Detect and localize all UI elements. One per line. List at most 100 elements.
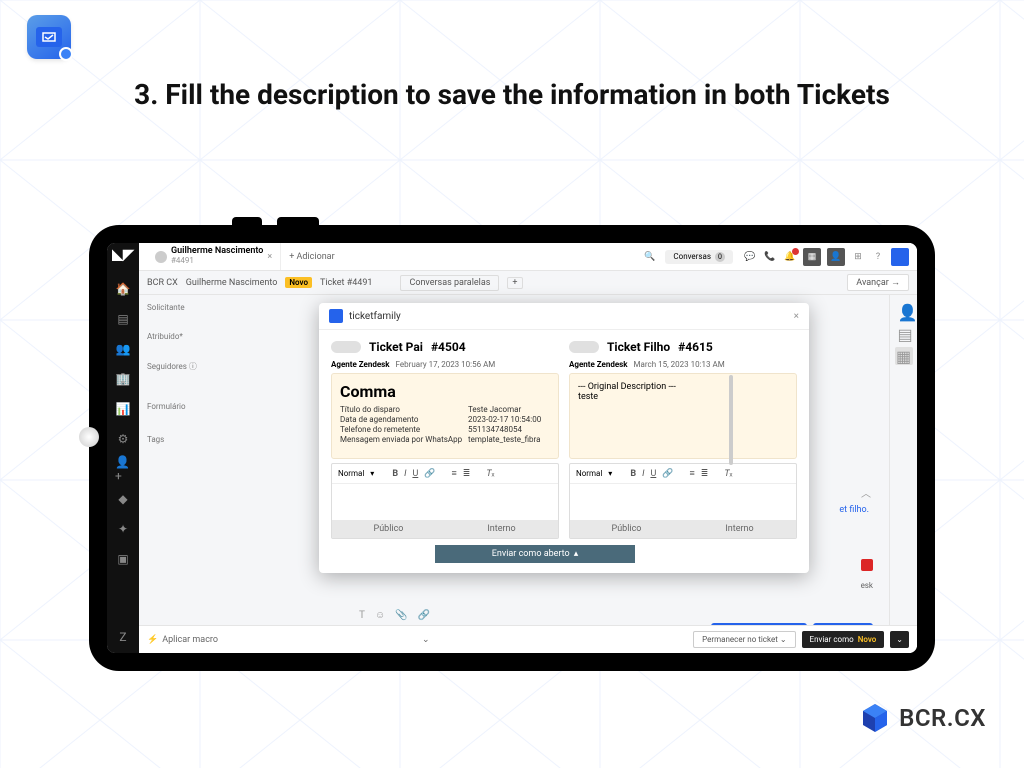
label-atribuido: Atribuído* — [147, 332, 267, 341]
ticket-form-sidebar: Solicitante Atribuído* Seguidores ⓘ Form… — [139, 295, 275, 653]
scrollbar[interactable] — [729, 375, 733, 465]
enviar-como-button[interactable]: Enviar como Novo — [802, 631, 885, 648]
chevron-down-icon: ▾ — [608, 469, 612, 478]
lightning-icon: ⚡ — [147, 635, 158, 645]
tab-publico[interactable]: Público — [570, 520, 683, 538]
reporting-icon[interactable]: 📊 — [115, 401, 131, 417]
font-select[interactable]: Normal — [576, 469, 602, 478]
phone-icon[interactable]: 📞 — [763, 250, 777, 264]
zendesk-z-icon[interactable]: Z — [115, 629, 131, 645]
help-icon[interactable]: ? — [871, 250, 885, 264]
apps-grid-icon[interactable]: ▦ — [803, 248, 821, 266]
ticket-pai-label: Ticket Pai — [369, 340, 423, 354]
zendesk-logo-icon[interactable]: ◣◤ — [112, 247, 134, 263]
underline-icon[interactable]: U — [650, 469, 656, 479]
org-icon[interactable]: 🏢 — [115, 371, 131, 387]
tab-user-sub: #4491 — [171, 257, 263, 266]
editor-textarea[interactable] — [570, 484, 796, 520]
attachment-icon[interactable]: 📎 — [395, 610, 407, 621]
tab-user[interactable]: Guilherme Nascimento #4491 × — [147, 243, 281, 270]
enviar-dropdown-button[interactable]: ⌄ — [890, 631, 909, 648]
list-ul-icon[interactable]: ≣ — [463, 469, 471, 479]
conversas-paralelas-button[interactable]: Conversas paralelas — [400, 275, 499, 291]
top-tab-bar: Guilherme Nascimento #4491 × + Adicionar… — [139, 243, 917, 271]
enviar-como-aberto-button[interactable]: Enviar como aberto▴ — [435, 545, 635, 563]
tab-interno[interactable]: Interno — [683, 520, 796, 538]
avancar-button[interactable]: Avançar → — [847, 274, 909, 291]
ticket-filho-label: Ticket Filho — [607, 340, 670, 354]
user-icon[interactable]: 👤 — [898, 303, 910, 315]
add-tab-button[interactable]: + Adicionar — [289, 252, 334, 262]
link-icon[interactable]: 🔗 — [418, 610, 430, 621]
list-ul-icon[interactable]: ≣ — [701, 469, 709, 479]
crumb-org[interactable]: BCR CX — [147, 278, 178, 288]
grid2-icon[interactable]: ⊞ — [851, 250, 865, 264]
status-badge: Novo — [285, 277, 312, 288]
agent-name: Agente Zendesk — [569, 360, 628, 369]
bottom-action-bar: ⚡ Aplicar macro ⌄ Permanecer no ticket ⌄… — [139, 625, 917, 653]
gear-icon[interactable]: ⚙ — [115, 431, 131, 447]
bell-icon[interactable]: 🔔 — [783, 250, 797, 264]
status-pill — [331, 341, 361, 353]
views-icon[interactable]: ▤ — [115, 311, 131, 327]
add-user-icon[interactable]: 👤+ — [115, 461, 131, 477]
chat-icon[interactable]: 💬 — [743, 250, 757, 264]
close-icon[interactable]: × — [794, 311, 799, 322]
ticket-pai-column: Ticket Pai #4504 Agente Zendesk February… — [331, 340, 559, 539]
conversas-button[interactable]: Conversas 0 — [665, 250, 733, 264]
chevron-up-icon: ▴ — [574, 549, 579, 559]
label-formulario: Formulário — [147, 402, 267, 411]
avatar-icon — [155, 251, 167, 263]
left-nav-rail: ◣◤ 🏠 ▤ 👥 🏢 📊 ⚙ 👤+ ◆ ✦ ▣ Z — [107, 243, 139, 653]
clear-format-icon[interactable]: Tₓ — [486, 468, 494, 479]
underline-icon[interactable]: U — [412, 469, 418, 479]
clear-format-icon[interactable]: Tₓ — [724, 468, 732, 479]
italic-icon[interactable]: I — [404, 469, 406, 479]
list-ol-icon[interactable]: ≡ — [452, 468, 457, 479]
label-tags: Tags — [147, 435, 267, 444]
editor-filho[interactable]: Normal ▾ B I U 🔗 ≡ ≣ Tₓ — [569, 463, 797, 539]
ticketfamily-icon — [329, 309, 343, 323]
tablet-device-frame: ◣◤ 🏠 ▤ 👥 🏢 📊 ⚙ 👤+ ◆ ✦ ▣ Z Guilherme Nasc… — [89, 225, 935, 671]
modal-title: ticketfamily — [349, 311, 401, 322]
bold-icon[interactable]: B — [630, 469, 636, 479]
crumb-user[interactable]: Guilherme Nascimento — [186, 278, 278, 288]
ticket-filho-content: --- Original Description --- teste — [569, 373, 797, 459]
cube-icon[interactable]: ◆ — [115, 491, 131, 507]
tab-interno[interactable]: Interno — [445, 520, 558, 538]
tab-publico[interactable]: Público — [332, 520, 445, 538]
add-paralela-button[interactable]: + — [507, 277, 522, 289]
sparkle-icon[interactable]: ✦ — [115, 521, 131, 537]
close-icon[interactable]: × — [267, 252, 272, 262]
box-icon[interactable]: ▣ — [115, 551, 131, 567]
ticket-pai-number: #4504 — [431, 340, 466, 354]
link-icon[interactable]: 🔗 — [424, 469, 435, 479]
link-icon[interactable]: 🔗 — [662, 469, 673, 479]
crumb-ticket[interactable]: Ticket #4491 — [320, 278, 372, 288]
profile-icon[interactable]: 👤 — [827, 248, 845, 266]
editor-pai[interactable]: Normal▾ B I U 🔗 ≡ ≣ Tₓ — [331, 463, 559, 539]
apps-icon[interactable]: ▦ — [895, 347, 913, 365]
app-icon — [27, 15, 71, 59]
font-select[interactable]: Normal — [338, 469, 364, 478]
footer-brand: BCR.CX — [859, 702, 986, 734]
knowledge-icon[interactable]: ▤ — [898, 325, 910, 337]
italic-icon[interactable]: I — [642, 469, 644, 479]
search-icon[interactable]: 🔍 — [644, 252, 655, 262]
list-ol-icon[interactable]: ≡ — [690, 468, 695, 479]
emoji-icon[interactable]: ☺ — [375, 610, 385, 621]
home-icon[interactable]: 🏠 — [115, 281, 131, 297]
screen: ◣◤ 🏠 ▤ 👥 🏢 📊 ⚙ 👤+ ◆ ✦ ▣ Z Guilherme Nasc… — [107, 243, 917, 653]
text-icon[interactable]: T — [359, 610, 365, 621]
aplicar-macro-button[interactable]: ⚡ Aplicar macro ⌄ — [147, 635, 430, 645]
chevron-up-icon[interactable]: ︿ — [861, 485, 871, 500]
permanecer-button[interactable]: Permanecer no ticket ⌄ — [693, 631, 795, 648]
agent-name: Agente Zendesk — [331, 360, 390, 369]
product-cube-icon[interactable] — [891, 248, 909, 266]
page-title: 3. Fill the description to save the info… — [132, 75, 892, 114]
peek-text: et filho. — [839, 505, 869, 515]
editor-textarea[interactable] — [332, 484, 558, 520]
conversas-label: Conversas — [673, 252, 711, 261]
bold-icon[interactable]: B — [392, 469, 398, 479]
customers-icon[interactable]: 👥 — [115, 341, 131, 357]
